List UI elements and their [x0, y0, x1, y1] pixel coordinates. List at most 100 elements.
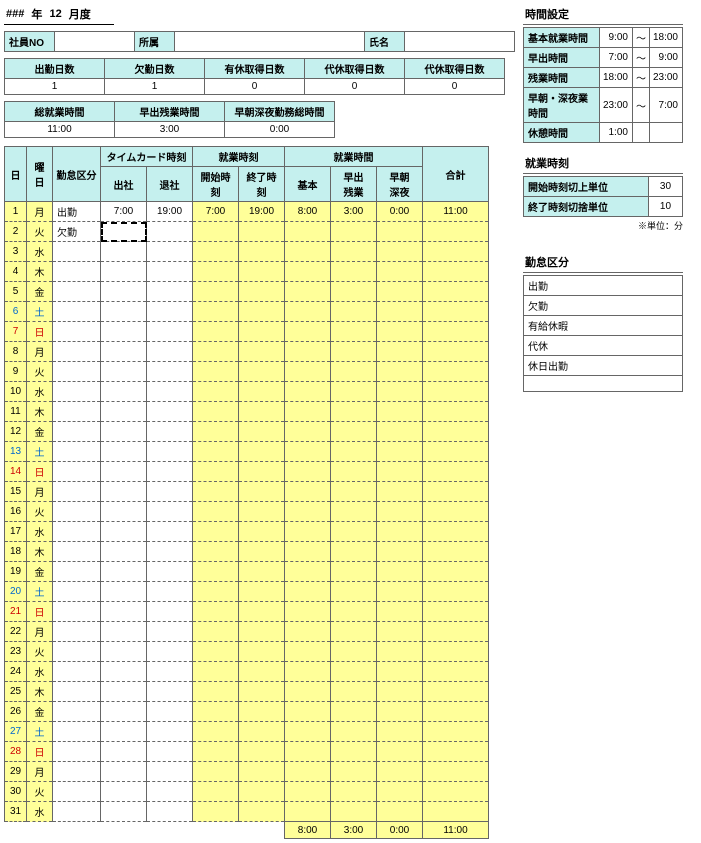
cell-tc-out[interactable]	[147, 702, 193, 722]
cell-tc-in[interactable]	[101, 562, 147, 582]
cell-tc-out[interactable]	[147, 802, 193, 822]
cell-tc-out[interactable]	[147, 722, 193, 742]
cell-tc-out[interactable]	[147, 422, 193, 442]
cell-kubun[interactable]	[53, 462, 101, 482]
ts-from[interactable]: 23:00	[599, 88, 632, 123]
cell-tc-out[interactable]	[147, 482, 193, 502]
cell-kubun[interactable]	[53, 562, 101, 582]
cell-tc-in[interactable]	[101, 422, 147, 442]
cell-tc-out[interactable]	[147, 402, 193, 422]
cell-tc-in[interactable]	[101, 382, 147, 402]
cell-tc-in[interactable]	[101, 222, 147, 242]
cell-tc-out[interactable]	[147, 582, 193, 602]
cell-tc-in[interactable]	[101, 262, 147, 282]
wu-val[interactable]: 30	[648, 177, 682, 197]
cell-kubun[interactable]	[53, 522, 101, 542]
cell-tc-out[interactable]	[147, 442, 193, 462]
cell-tc-out[interactable]	[147, 322, 193, 342]
cell-tc-out[interactable]	[147, 602, 193, 622]
ts-from[interactable]: 1:00	[599, 123, 632, 143]
ts-to[interactable]: 9:00	[649, 48, 682, 68]
cell-tc-in[interactable]	[101, 342, 147, 362]
cell-kubun[interactable]	[53, 362, 101, 382]
cell-tc-in[interactable]	[101, 682, 147, 702]
ts-to[interactable]: 18:00	[649, 28, 682, 48]
cell-kubun[interactable]	[53, 302, 101, 322]
cell-tc-out[interactable]	[147, 242, 193, 262]
cell-tc-out[interactable]	[147, 362, 193, 382]
cell-tc-out[interactable]	[147, 302, 193, 322]
cell-kubun[interactable]: 出勤	[53, 202, 101, 222]
cell-tc-in[interactable]	[101, 722, 147, 742]
cell-tc-in[interactable]	[101, 402, 147, 422]
cell-tc-out[interactable]	[147, 742, 193, 762]
cell-tc-in[interactable]	[101, 602, 147, 622]
ts-to[interactable]: 23:00	[649, 68, 682, 88]
kubun-item[interactable]: 休日出勤	[524, 356, 683, 376]
cell-tc-out[interactable]	[147, 462, 193, 482]
cell-kubun[interactable]	[53, 282, 101, 302]
name-value[interactable]	[405, 32, 515, 52]
kubun-item[interactable]	[524, 376, 683, 392]
cell-tc-in[interactable]	[101, 762, 147, 782]
cell-tc-in[interactable]	[101, 582, 147, 602]
kubun-item[interactable]: 代休	[524, 336, 683, 356]
cell-tc-in[interactable]	[101, 442, 147, 462]
cell-tc-in[interactable]	[101, 702, 147, 722]
cell-kubun[interactable]	[53, 722, 101, 742]
ts-from[interactable]: 9:00	[599, 28, 632, 48]
ts-from[interactable]: 7:00	[599, 48, 632, 68]
ts-to[interactable]	[649, 123, 682, 143]
cell-kubun[interactable]: 欠勤	[53, 222, 101, 242]
cell-tc-out[interactable]	[147, 782, 193, 802]
cell-tc-in[interactable]	[101, 662, 147, 682]
cell-tc-out[interactable]	[147, 382, 193, 402]
cell-tc-out[interactable]	[147, 562, 193, 582]
dept-value[interactable]	[175, 32, 365, 52]
cell-tc-in[interactable]	[101, 322, 147, 342]
cell-kubun[interactable]	[53, 382, 101, 402]
cell-tc-out[interactable]	[147, 662, 193, 682]
cell-kubun[interactable]	[53, 742, 101, 762]
kubun-item[interactable]: 欠勤	[524, 296, 683, 316]
cell-kubun[interactable]	[53, 422, 101, 442]
cell-tc-in[interactable]	[101, 302, 147, 322]
cell-tc-out[interactable]	[147, 282, 193, 302]
cell-kubun[interactable]	[53, 242, 101, 262]
cell-tc-in[interactable]	[101, 282, 147, 302]
cell-kubun[interactable]	[53, 502, 101, 522]
cell-tc-out[interactable]	[147, 542, 193, 562]
cell-kubun[interactable]	[53, 582, 101, 602]
cell-tc-in[interactable]: 7:00	[101, 202, 147, 222]
cell-tc-out[interactable]	[147, 222, 193, 242]
cell-kubun[interactable]	[53, 262, 101, 282]
cell-tc-out[interactable]	[147, 682, 193, 702]
cell-kubun[interactable]	[53, 602, 101, 622]
cell-tc-in[interactable]	[101, 522, 147, 542]
cell-kubun[interactable]	[53, 662, 101, 682]
cell-tc-out[interactable]	[147, 762, 193, 782]
ts-from[interactable]: 18:00	[599, 68, 632, 88]
cell-tc-in[interactable]	[101, 742, 147, 762]
cell-tc-out[interactable]	[147, 502, 193, 522]
ts-to[interactable]: 7:00	[649, 88, 682, 123]
cell-kubun[interactable]	[53, 342, 101, 362]
kubun-item[interactable]: 有給休暇	[524, 316, 683, 336]
cell-tc-in[interactable]	[101, 622, 147, 642]
cell-kubun[interactable]	[53, 702, 101, 722]
emp-no-value[interactable]	[55, 32, 135, 52]
cell-kubun[interactable]	[53, 482, 101, 502]
cell-tc-in[interactable]	[101, 242, 147, 262]
cell-tc-out[interactable]	[147, 342, 193, 362]
cell-tc-in[interactable]	[101, 462, 147, 482]
cell-tc-out[interactable]	[147, 522, 193, 542]
cell-tc-in[interactable]	[101, 502, 147, 522]
cell-kubun[interactable]	[53, 402, 101, 422]
cell-tc-in[interactable]	[101, 482, 147, 502]
cell-kubun[interactable]	[53, 622, 101, 642]
cell-tc-out[interactable]	[147, 262, 193, 282]
wu-val[interactable]: 10	[648, 197, 682, 217]
cell-tc-in[interactable]	[101, 642, 147, 662]
cell-kubun[interactable]	[53, 542, 101, 562]
cell-tc-in[interactable]	[101, 802, 147, 822]
